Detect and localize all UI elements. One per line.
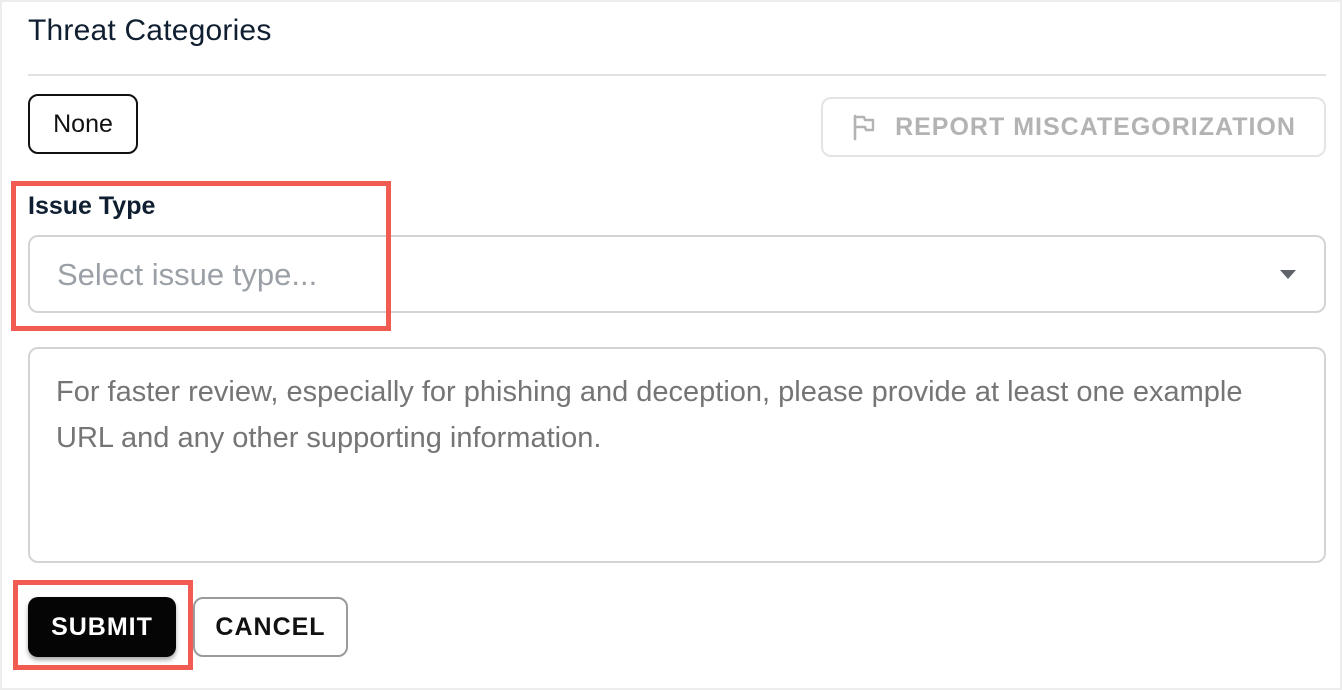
cancel-button[interactable]: CANCEL <box>193 597 348 657</box>
issue-type-select[interactable]: Select issue type... <box>28 235 1326 313</box>
report-miscategorization-button[interactable]: REPORT MISCATEGORIZATION <box>821 97 1326 157</box>
category-chip-none[interactable]: None <box>28 94 138 154</box>
issue-type-placeholder: Select issue type... <box>57 257 318 292</box>
issue-type-label: Issue Type <box>28 192 156 220</box>
threat-categories-panel: Threat Categories None REPORT MISCATEGOR… <box>0 0 1342 690</box>
submit-button[interactable]: SUBMIT <box>28 597 176 657</box>
flag-icon <box>851 113 877 141</box>
caret-down-icon <box>1280 270 1296 279</box>
details-textarea[interactable] <box>28 347 1326 563</box>
section-title: Threat Categories <box>28 14 272 47</box>
section-divider <box>28 74 1326 76</box>
report-miscategorization-label: REPORT MISCATEGORIZATION <box>895 112 1296 141</box>
